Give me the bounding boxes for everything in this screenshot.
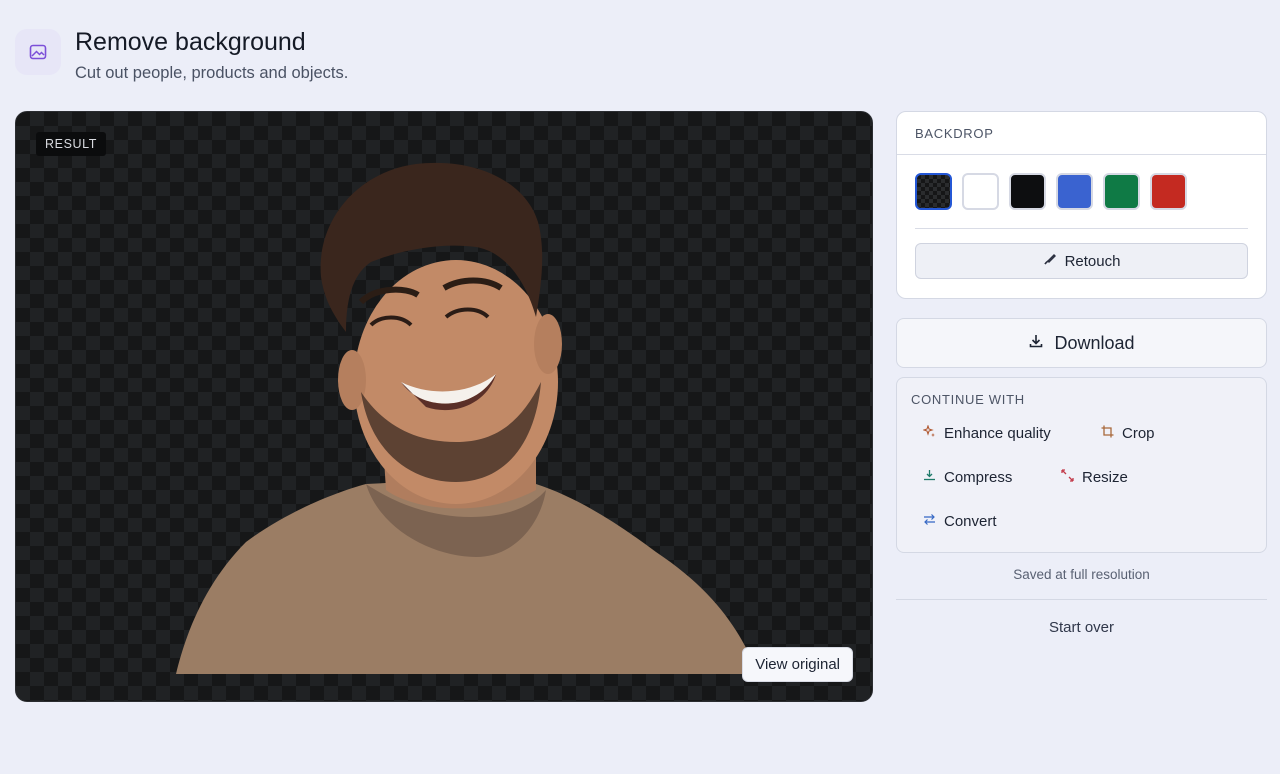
- backdrop-heading: BACKDROP: [897, 112, 1266, 155]
- backdrop-swatches: [897, 155, 1266, 210]
- swatch-green[interactable]: [1103, 173, 1140, 210]
- backdrop-panel: BACKDROP Retouch: [896, 111, 1267, 299]
- divider: [896, 599, 1267, 600]
- tool-label: Resize: [1082, 469, 1128, 486]
- tool-crop[interactable]: Crop: [1101, 425, 1155, 442]
- continue-with-panel: CONTINUE WITH Enhance quality Crop Compr…: [896, 377, 1267, 553]
- retouch-label: Retouch: [1064, 252, 1121, 270]
- swatch-black[interactable]: [1009, 173, 1046, 210]
- result-canvas: RESULT View original: [15, 111, 873, 702]
- swatch-blue[interactable]: [1056, 173, 1093, 210]
- image-icon: [15, 29, 61, 75]
- download-label: Download: [1054, 332, 1135, 353]
- cutout-subject-image: [176, 162, 758, 674]
- convert-icon: [923, 513, 936, 530]
- tool-enhance-quality[interactable]: Enhance quality: [922, 424, 1051, 442]
- sparkle-icon: [922, 424, 936, 442]
- tool-label: Crop: [1122, 425, 1155, 442]
- swatch-transparent[interactable]: [915, 173, 952, 210]
- retouch-button[interactable]: Retouch: [915, 243, 1248, 279]
- tool-label: Enhance quality: [944, 425, 1051, 442]
- tool-label: Compress: [944, 469, 1013, 486]
- tool-label: Convert: [944, 513, 997, 530]
- status-note: Saved at full resolution: [1013, 567, 1150, 582]
- crop-icon: [1101, 425, 1114, 442]
- tool-convert[interactable]: Convert: [923, 513, 997, 530]
- page-title: Remove background: [75, 28, 306, 56]
- page-header: Remove background Cut out people, produc…: [15, 22, 348, 83]
- continue-heading: CONTINUE WITH: [911, 392, 1025, 407]
- download-button[interactable]: Download: [896, 318, 1267, 368]
- tool-compress[interactable]: Compress: [923, 469, 1012, 486]
- page-subtitle: Cut out people, products and objects.: [75, 64, 349, 82]
- brush-icon: [1043, 252, 1057, 270]
- panel-divider: [915, 228, 1248, 229]
- swatch-white[interactable]: [962, 173, 999, 210]
- resize-icon: [1061, 469, 1074, 486]
- compress-icon: [923, 469, 936, 486]
- view-original-button[interactable]: View original: [742, 647, 853, 682]
- start-over-link[interactable]: Start over: [896, 619, 1267, 636]
- download-icon: [1028, 333, 1044, 354]
- swatch-red[interactable]: [1150, 173, 1187, 210]
- tool-resize[interactable]: Resize: [1061, 469, 1128, 486]
